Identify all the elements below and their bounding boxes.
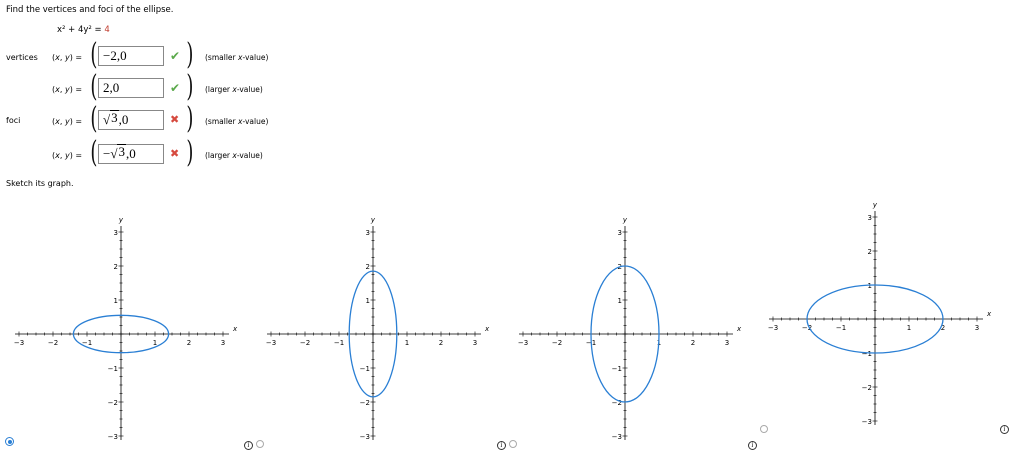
y-axis-label: y [622,216,628,224]
y-tick-label: 2 [114,263,118,271]
x-tick-label: 3 [473,339,477,347]
x-tick-label: −3 [518,339,528,347]
x-axis-label: x [484,325,490,333]
y-tick-label: −3 [108,433,118,441]
x-tick-label: −3 [14,339,24,347]
x-tick-label: 3 [221,339,225,347]
y-tick-label: 3 [114,229,118,237]
y-tick-label: −1 [108,365,118,373]
x-tick-label: −1 [334,339,344,347]
y-tick-label: −1 [862,350,872,358]
y-tick-label: −2 [862,384,872,392]
x-axis-label: x [986,310,992,318]
y-tick-label: −2 [108,399,118,407]
y-tick-label: 1 [618,297,622,305]
y-tick-label: −3 [862,418,872,426]
y-tick-label: 2 [868,248,872,256]
y-tick-label: 3 [868,214,872,222]
info-icon[interactable]: i [497,441,506,450]
y-tick-label: −1 [612,365,622,373]
x-tick-label: −2 [552,339,562,347]
y-tick-label: 1 [868,282,872,290]
y-axis-label: y [872,201,878,209]
y-axis-label: y [118,216,124,224]
y-tick-label: 3 [618,229,622,237]
y-tick-label: −1 [360,365,370,373]
y-tick-label: 1 [114,297,118,305]
y-tick-label: 1 [366,297,370,305]
y-axis-label: y [370,216,376,224]
x-axis-label: x [232,325,238,333]
graph-canvas: −3 −2 −1 1 2 3 3 2 1 −1 −2 −3 x y −3 −2 −1 1 2 3 3 2 1 −1 −2 −3 x y… [14,201,992,441]
x-axis-label: x [736,325,742,333]
graph-option-1[interactable]: −3 −2 −1 1 2 3321−1−2−3xy [14,216,238,441]
graph-radio-4[interactable] [760,425,768,433]
x-tick-label: 2 [187,339,191,347]
info-icon[interactable]: i [748,441,757,450]
graph-option-4[interactable]: −3 −2 −1 1 2 3321−1−2−3xy [768,201,992,426]
x-tick-label: 1 [405,339,409,347]
info-icon[interactable]: i [1000,425,1009,434]
graph-radio-1[interactable] [5,437,14,446]
x-tick-label: −2 [300,339,310,347]
x-tick-label: 3 [975,324,979,332]
y-tick-label: 2 [366,263,370,271]
x-tick-label: 3 [725,339,729,347]
x-tick-label: −1 [836,324,846,332]
graph-radio-2[interactable] [256,440,264,448]
graph-option-3[interactable]: −3 −2 −1 1 2 3321−1−2−3xy [518,216,742,441]
x-tick-label: 1 [907,324,911,332]
graph-option-2[interactable]: −3 −2 −1 1 2 3 3 2 1 −1 −2 −3 x y [266,216,490,441]
y-tick-label: −3 [360,433,370,441]
info-icon[interactable]: i [244,441,253,450]
y-tick-label: 3 [366,229,370,237]
x-tick-label: 2 [439,339,443,347]
x-tick-label: −2 [48,339,58,347]
x-tick-label: 2 [691,339,695,347]
x-tick-label: −3 [266,339,276,347]
y-tick-label: −3 [612,433,622,441]
x-tick-label: −3 [768,324,778,332]
graph-radio-3[interactable] [509,440,517,448]
y-tick-label: −2 [360,399,370,407]
